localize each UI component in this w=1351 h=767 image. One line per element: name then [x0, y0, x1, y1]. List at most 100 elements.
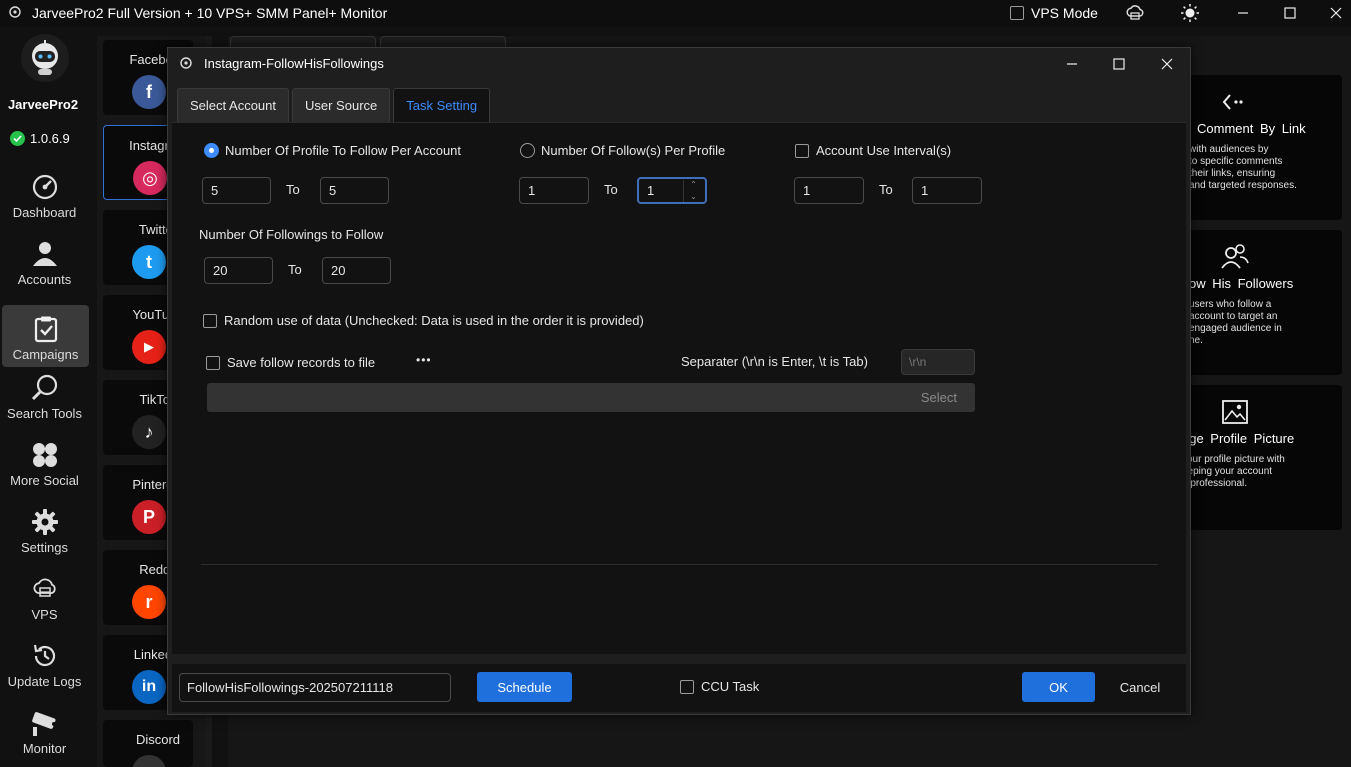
- pinterest-icon: P: [132, 500, 166, 534]
- youtube-icon: ▶: [132, 330, 166, 364]
- more-options-icon[interactable]: •••: [416, 353, 432, 367]
- minimize-icon[interactable]: [1233, 3, 1253, 23]
- nav-label: Accounts: [17, 272, 72, 287]
- nav-dashboard[interactable]: Dashboard: [0, 163, 89, 225]
- task-setting-dialog: Instagram-FollowHisFollowings Select Acc…: [167, 47, 1191, 715]
- facebook-icon: f: [132, 75, 166, 109]
- version-badge: 1.0.6.9: [10, 131, 70, 146]
- brand-avatar: [21, 34, 69, 82]
- title-bar: JarveePro2 Full Version + 10 VPS+ SMM Pa…: [0, 0, 1351, 26]
- profile-per-account-radio[interactable]: [204, 143, 219, 158]
- dialog-title: Instagram-FollowHisFollowings: [204, 56, 384, 71]
- chevron-down-icon[interactable]: ⌄: [690, 192, 697, 202]
- theme-sun-icon[interactable]: [1180, 3, 1200, 23]
- maximize-icon[interactable]: [1280, 3, 1300, 23]
- spin-buttons[interactable]: ⌃ ⌄: [683, 180, 703, 202]
- followers-icon: [1220, 242, 1250, 272]
- vps-mode-toggle[interactable]: VPS Mode: [1010, 5, 1098, 21]
- ok-button[interactable]: OK: [1022, 672, 1095, 702]
- task-setting-panel: Number Of Profile To Follow Per Account …: [172, 122, 1186, 654]
- followings-label: Number Of Followings to Follow: [199, 227, 384, 242]
- feature-title: nge Profile Picture: [1182, 431, 1295, 446]
- nav-label: Campaigns: [12, 347, 79, 362]
- window-title: JarveePro2 Full Version + 10 VPS+ SMM Pa…: [32, 5, 388, 21]
- to-label: To: [286, 182, 300, 197]
- version-text: 1.0.6.9: [30, 131, 70, 146]
- cancel-button[interactable]: Cancel: [1106, 672, 1174, 702]
- account-interval-to-input[interactable]: 1: [912, 177, 982, 204]
- app-window: JarveePro2 Full Version + 10 VPS+ SMM Pa…: [0, 0, 1351, 767]
- feature-card-change-profile-picture[interactable]: nge Profile Picture your profile picture…: [1182, 385, 1342, 530]
- dialog-title-bar: Instagram-FollowHisFollowings: [168, 48, 1190, 78]
- profile-per-account-label: Number Of Profile To Follow Per Account: [225, 143, 462, 158]
- account-interval-from-input[interactable]: 1: [794, 177, 864, 204]
- profile-per-account-to-input[interactable]: 5: [320, 177, 389, 204]
- nav-vps[interactable]: VPS: [0, 565, 89, 627]
- maximize-icon[interactable]: [1109, 54, 1129, 74]
- profile-per-account-from-input[interactable]: 5: [202, 177, 271, 204]
- feature-card-follow-his-followers[interactable]: ow His Followers users who follow a acco…: [1182, 230, 1342, 375]
- nav-label: More Social: [10, 473, 79, 488]
- feature-title: Comment By Link: [1197, 121, 1306, 136]
- nav-campaigns[interactable]: Campaigns: [2, 305, 89, 367]
- nav-update-logs[interactable]: Update Logs: [0, 632, 89, 694]
- left-nav: JarveePro2 1.0.6.9 Dashboard Accounts Ca…: [0, 26, 90, 767]
- random-data-checkbox[interactable]: [203, 314, 217, 328]
- nav-label: Monitor: [22, 741, 67, 756]
- account-interval-checkbox[interactable]: [795, 144, 809, 158]
- twitter-icon: t: [132, 245, 166, 279]
- nav-more-social[interactable]: More Social: [0, 431, 89, 493]
- check-icon: [10, 131, 25, 146]
- schedule-button[interactable]: Schedule: [477, 672, 572, 702]
- dialog-footer: FollowHisFollowings-202507211118 Schedul…: [172, 664, 1186, 712]
- separator-label: Separater (\r\n is Enter, \t is Tab): [681, 354, 868, 369]
- tiktok-icon: ♪: [132, 415, 166, 449]
- feature-card-comment-by-link[interactable]: Comment By Link with audiences by to spe…: [1182, 75, 1342, 220]
- divider: [201, 564, 1158, 565]
- nav-label: Update Logs: [7, 674, 82, 689]
- vps-mode-checkbox[interactable]: [1010, 6, 1024, 20]
- robot-icon: [32, 40, 58, 75]
- chevron-up-icon[interactable]: ⌃: [690, 180, 697, 190]
- instagram-icon: ◎: [133, 161, 167, 195]
- social-card-discord[interactable]: Discord: [103, 720, 193, 767]
- nav-search-tools[interactable]: Search Tools: [0, 364, 89, 426]
- to-label: To: [604, 182, 618, 197]
- ccu-task-checkbox[interactable]: [680, 680, 694, 694]
- nav-accounts[interactable]: Accounts: [0, 230, 89, 292]
- follows-per-profile-to-input[interactable]: 1 ⌃ ⌄: [637, 177, 707, 204]
- ccu-task-label: CCU Task: [701, 679, 760, 694]
- nav-label: Search Tools: [7, 406, 82, 421]
- separator-input[interactable]: \r\n: [901, 349, 975, 375]
- followings-to-input[interactable]: 20: [322, 257, 391, 284]
- gear-icon: [30, 507, 60, 537]
- followings-from-input[interactable]: 20: [204, 257, 273, 284]
- input-value: 1: [647, 183, 655, 198]
- tab-task-setting[interactable]: Task Setting: [393, 88, 491, 122]
- follows-per-profile-radio[interactable]: [520, 143, 535, 158]
- brand-name: JarveePro2: [7, 97, 79, 112]
- random-data-label: Random use of data (Unchecked: Data is u…: [224, 313, 644, 328]
- save-records-checkbox[interactable]: [206, 356, 220, 370]
- nav-label: Settings: [21, 540, 68, 555]
- tab-user-source[interactable]: User Source: [292, 88, 391, 122]
- linkedin-icon: in: [132, 670, 166, 704]
- monitor-icon: [30, 708, 60, 738]
- cloud-sync-icon[interactable]: [1125, 3, 1145, 23]
- nav-monitor[interactable]: Monitor: [0, 699, 89, 761]
- vps-icon: [30, 574, 60, 604]
- dashboard-icon: [30, 172, 60, 202]
- minimize-icon[interactable]: [1062, 54, 1082, 74]
- follows-per-profile-from-input[interactable]: 1: [519, 177, 589, 204]
- accounts-icon: [30, 239, 60, 269]
- nav-settings[interactable]: Settings: [0, 498, 89, 560]
- feature-desc: your profile picture with eeping your ac…: [1182, 454, 1285, 489]
- select-file-button[interactable]: Select: [921, 390, 957, 405]
- app-logo-icon: [9, 6, 21, 18]
- save-records-label: Save follow records to file: [227, 355, 376, 370]
- to-label: To: [879, 182, 893, 197]
- task-name-input[interactable]: FollowHisFollowings-202507211118: [179, 673, 451, 702]
- close-icon[interactable]: [1157, 54, 1177, 74]
- tab-select-account[interactable]: Select Account: [177, 88, 289, 122]
- close-icon[interactable]: [1326, 3, 1346, 23]
